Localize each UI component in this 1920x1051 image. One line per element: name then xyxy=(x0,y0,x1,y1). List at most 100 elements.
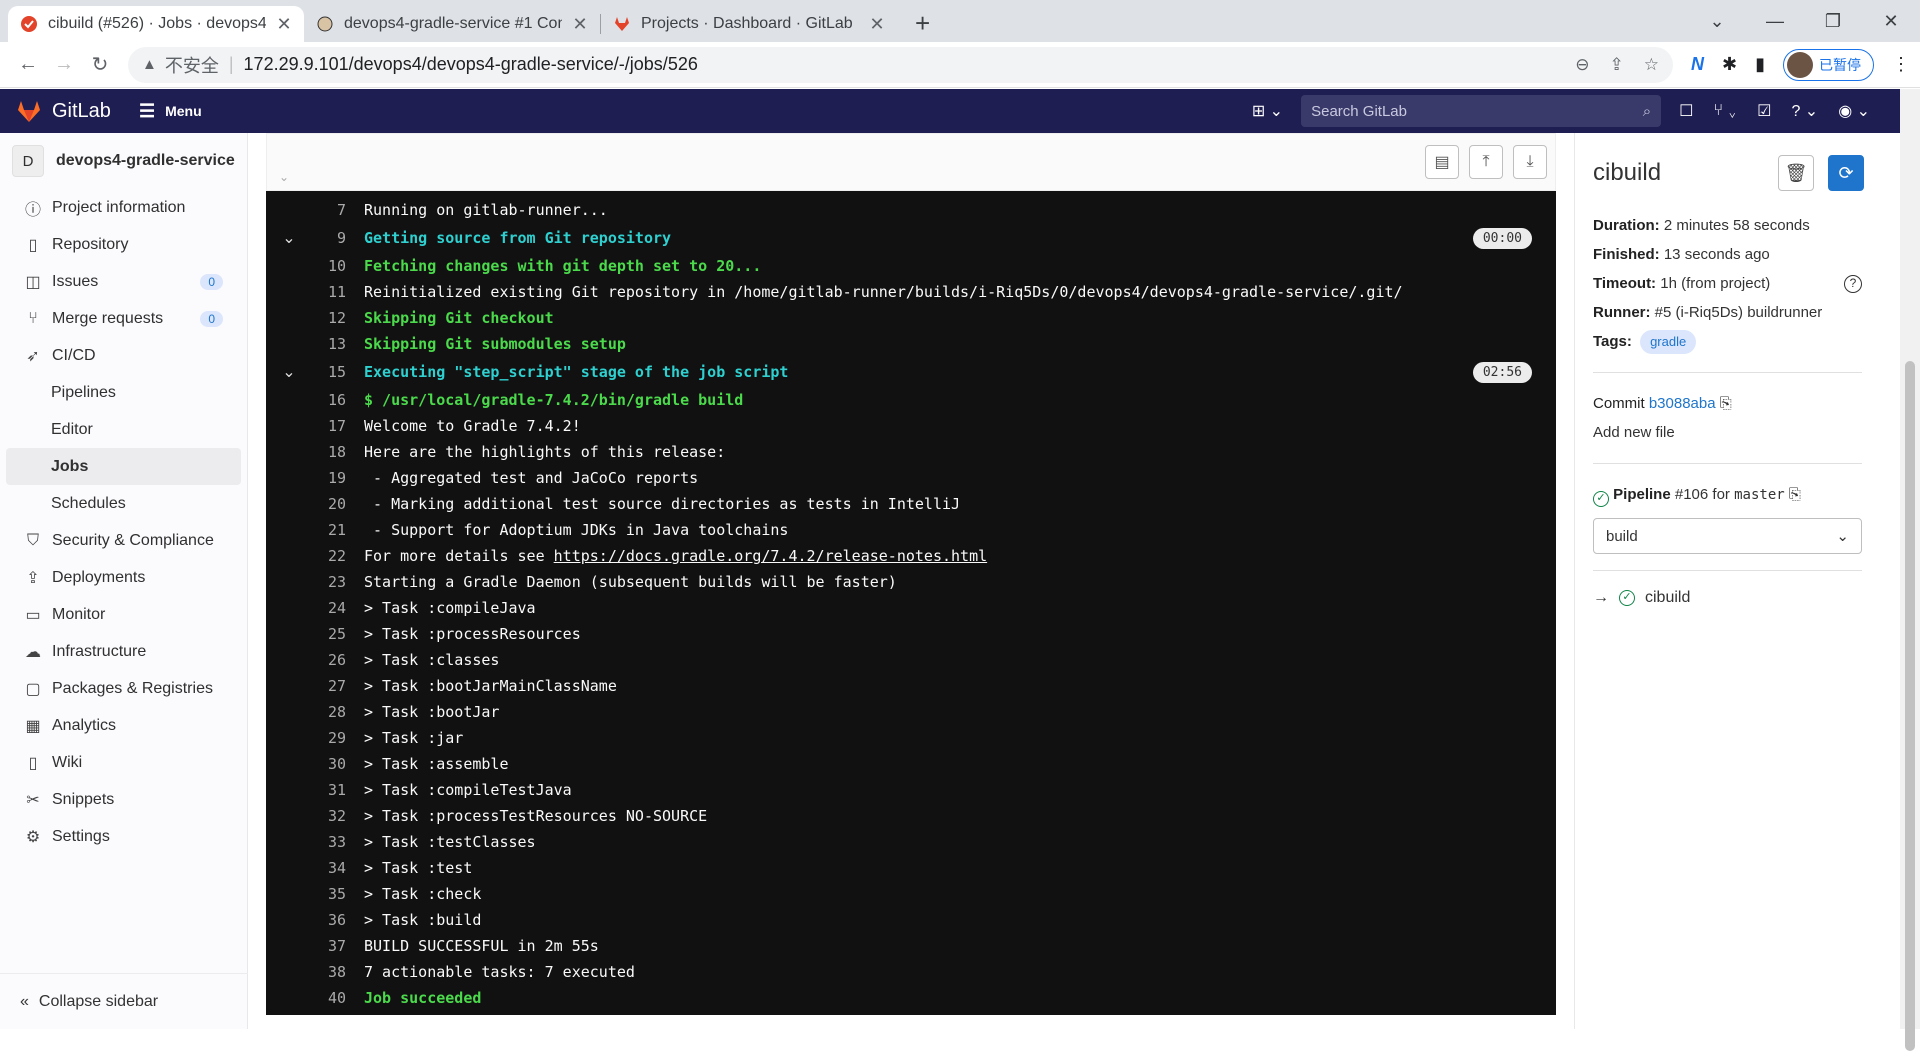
url-field[interactable]: ▲ 不安全 | 172.29.9.101/devops4/devops4-gra… xyxy=(128,46,1673,83)
line-number[interactable]: 21 xyxy=(300,521,346,539)
help-icon[interactable]: ? ⌄ xyxy=(1791,101,1818,121)
sidepanel-icon[interactable]: ▮ xyxy=(1755,54,1765,75)
sidebar-item-issues[interactable]: ◫ Issues 0 xyxy=(6,263,241,300)
scroll-top-icon[interactable]: ⤒ xyxy=(1469,145,1503,179)
sidebar-item-jobs[interactable]: Jobs xyxy=(6,448,241,485)
browser-tab[interactable]: devops4-gradle-service #1 Console ✕ xyxy=(304,6,600,42)
issues-nav-icon[interactable]: ☐ xyxy=(1679,101,1693,121)
collapse-sidebar-button[interactable]: « Collapse sidebar xyxy=(0,973,248,1029)
line-number[interactable]: 12 xyxy=(300,309,346,327)
line-number[interactable]: 22 xyxy=(300,547,346,565)
page-scrollbar[interactable] xyxy=(1900,89,1920,1051)
profile-button[interactable]: 已暂停 xyxy=(1783,48,1874,81)
sidebar-item-schedules[interactable]: Schedules xyxy=(6,485,241,522)
todo-icon[interactable]: ☑ xyxy=(1757,101,1771,121)
scrollbar-thumb[interactable] xyxy=(1905,361,1915,1051)
raw-log-icon[interactable]: ▤ xyxy=(1425,145,1459,179)
job-list-item[interactable]: → ✓ cibuild xyxy=(1575,571,1880,625)
retry-button[interactable]: ⟳ xyxy=(1828,155,1864,191)
sidebar-item-security-compliance[interactable]: ⛉ Security & Compliance xyxy=(6,522,241,559)
line-number[interactable]: 10 xyxy=(300,257,346,275)
gitlab-logo[interactable]: GitLab xyxy=(16,98,111,124)
menu-button[interactable]: ☰ Menu xyxy=(139,101,202,122)
sidebar-item-settings[interactable]: ⚙ Settings xyxy=(6,818,241,855)
project-header[interactable]: D devops4-gradle-service xyxy=(0,133,247,189)
sidebar-item-repository[interactable]: ▯ Repository xyxy=(6,226,241,263)
chevron-down-icon[interactable]: ⌄ xyxy=(278,362,300,382)
line-number[interactable]: 23 xyxy=(300,573,346,591)
stage-dropdown[interactable]: build ⌄ xyxy=(1593,518,1862,554)
back-icon[interactable]: ← xyxy=(10,47,46,83)
pipeline-id-link[interactable]: #106 xyxy=(1675,486,1708,503)
puzzle-icon[interactable]: ✱ xyxy=(1722,54,1737,75)
sidebar-item-project-information[interactable]: ⓘ Project information xyxy=(6,189,241,226)
sidebar-item-pipelines[interactable]: Pipelines xyxy=(6,374,241,411)
zoom-icon[interactable]: ⊖ xyxy=(1575,55,1589,75)
log-section-header[interactable]: ⌄ 15 Executing "step_script" stage of the … xyxy=(266,357,1556,387)
line-number[interactable]: 37 xyxy=(300,937,346,955)
commit-sha-link[interactable]: b3088aba xyxy=(1649,395,1716,412)
line-number[interactable]: 28 xyxy=(300,703,346,721)
line-number[interactable]: 18 xyxy=(300,443,346,461)
sidebar-item-analytics[interactable]: ▦ Analytics xyxy=(6,707,241,744)
share-icon[interactable]: ⇪ xyxy=(1610,55,1624,75)
line-number[interactable]: 9 xyxy=(300,229,346,247)
sidebar-item-editor[interactable]: Editor xyxy=(6,411,241,448)
window-close-icon[interactable]: ✕ xyxy=(1862,0,1920,42)
line-number[interactable]: 11 xyxy=(300,283,346,301)
copy-icon[interactable]: ⎘ xyxy=(1720,395,1732,412)
line-number[interactable]: 40 xyxy=(300,989,346,1007)
sidebar-item-infrastructure[interactable]: ☁ Infrastructure xyxy=(6,633,241,670)
line-number[interactable]: 15 xyxy=(300,363,346,381)
tab-search-icon[interactable]: ⌄ xyxy=(1688,0,1746,42)
new-tab-icon[interactable]: + xyxy=(915,8,930,38)
line-number[interactable]: 35 xyxy=(300,885,346,903)
star-icon[interactable]: ☆ xyxy=(1644,55,1659,75)
line-number[interactable]: 27 xyxy=(300,677,346,695)
browser-tab[interactable]: cibuild (#526) · Jobs · devops4-gradle-s… xyxy=(8,6,304,42)
line-number[interactable]: 34 xyxy=(300,859,346,877)
line-number[interactable]: 33 xyxy=(300,833,346,851)
sidebar-item-wiki[interactable]: ▯ Wiki xyxy=(6,744,241,781)
more-icon[interactable]: ⋮ xyxy=(1892,54,1910,75)
close-icon[interactable]: ✕ xyxy=(572,14,588,35)
restore-icon[interactable]: ❐ xyxy=(1804,0,1862,42)
sidebar-item-merge-requests[interactable]: ⑂ Merge requests 0 xyxy=(6,300,241,337)
line-number[interactable]: 36 xyxy=(300,911,346,929)
chevron-down-icon[interactable]: ⌄ xyxy=(278,228,300,248)
sidebar-item-monitor[interactable]: ▭ Monitor xyxy=(6,596,241,633)
new-item-icon[interactable]: ⊞ ⌄ xyxy=(1252,101,1283,121)
line-number[interactable]: 30 xyxy=(300,755,346,773)
line-number[interactable]: 29 xyxy=(300,729,346,747)
sidebar-item-packages-registries[interactable]: ▢ Packages & Registries xyxy=(6,670,241,707)
line-number[interactable]: 32 xyxy=(300,807,346,825)
browser-tab[interactable]: Projects · Dashboard · GitLab ✕ xyxy=(601,6,897,42)
log-link[interactable]: https://docs.gradle.org/7.4.2/release-no… xyxy=(554,547,987,565)
line-number[interactable]: 24 xyxy=(300,599,346,617)
reload-icon[interactable]: ↻ xyxy=(82,47,118,83)
line-number[interactable]: 17 xyxy=(300,417,346,435)
copy-icon[interactable]: ⎘ xyxy=(1789,486,1801,503)
extension-icon[interactable]: N xyxy=(1691,54,1704,75)
scroll-bottom-icon[interactable]: ⤓ xyxy=(1513,145,1547,179)
line-number[interactable]: 26 xyxy=(300,651,346,669)
sidebar-item-ci-cd[interactable]: ➶ CI/CD xyxy=(6,337,241,374)
sidebar-item-snippets[interactable]: ✂ Snippets xyxy=(6,781,241,818)
user-avatar-icon[interactable]: ◉ ⌄ xyxy=(1838,101,1870,121)
help-circle-icon[interactable]: ? xyxy=(1844,275,1862,293)
line-number[interactable]: 38 xyxy=(300,963,346,981)
close-icon[interactable]: ✕ xyxy=(869,14,885,35)
sidebar-item-deployments[interactable]: ⇪ Deployments xyxy=(6,559,241,596)
line-number[interactable]: 19 xyxy=(300,469,346,487)
line-number[interactable]: 7 xyxy=(300,201,346,219)
log-section-header[interactable]: ⌄ 9 Getting source from Git repository 00:0… xyxy=(266,223,1556,253)
line-number[interactable]: 25 xyxy=(300,625,346,643)
erase-log-button[interactable]: 🗑 xyxy=(1778,155,1814,191)
close-icon[interactable]: ✕ xyxy=(276,14,292,35)
line-number[interactable]: 20 xyxy=(300,495,346,513)
line-number[interactable]: 16 xyxy=(300,391,346,409)
line-number[interactable]: 31 xyxy=(300,781,346,799)
merge-request-nav-icon[interactable]: ⑂ ⌄ xyxy=(1713,102,1737,120)
branch-name[interactable]: master xyxy=(1734,487,1785,503)
forward-icon[interactable]: → xyxy=(46,47,82,83)
